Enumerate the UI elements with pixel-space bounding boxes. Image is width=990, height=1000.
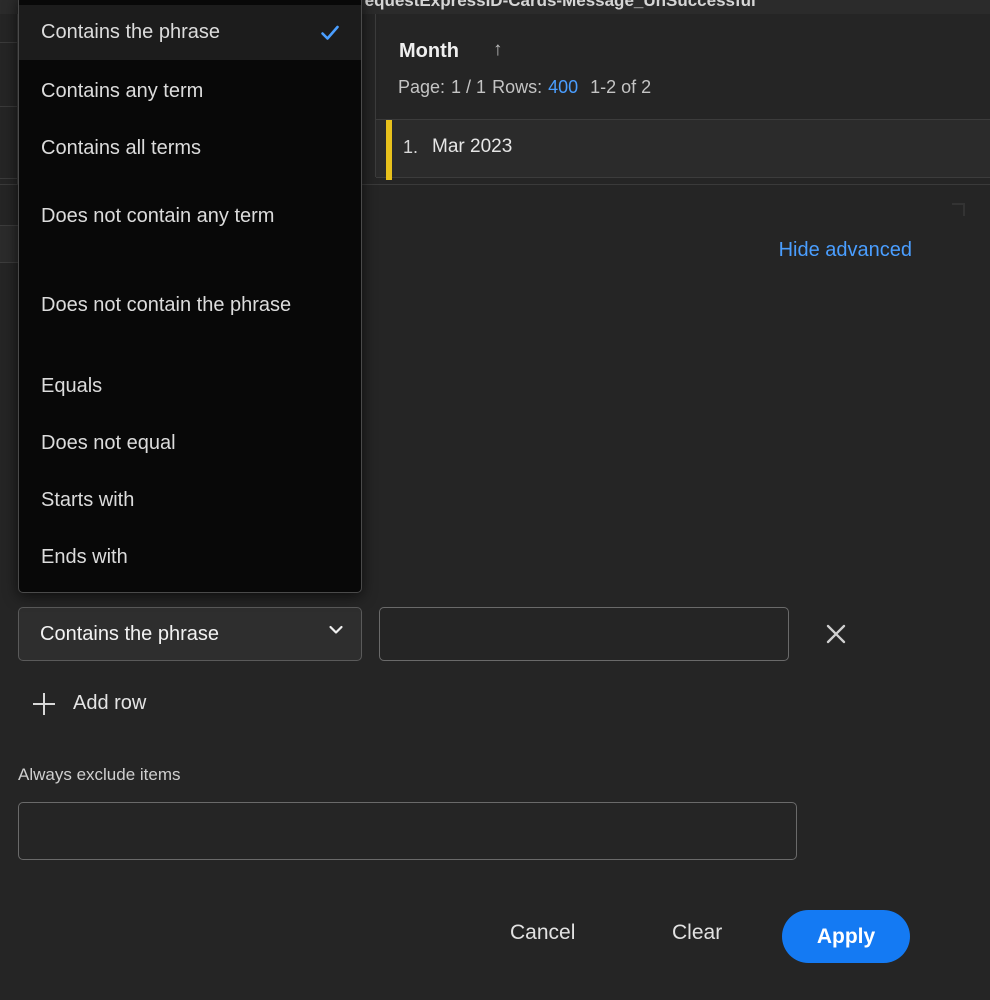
results-table: Month ↑ Page: 1 / 1 Rows: 400 1-2 of 2 1. Ma… <box>375 14 990 180</box>
row-index: 1. <box>403 137 419 157</box>
check-icon <box>319 432 341 454</box>
condition-select[interactable]: Contains the phrase <box>18 607 362 661</box>
dropdown-item-4[interactable]: Does not contain the phrase <box>19 267 361 343</box>
dropdown-item-label: Equals <box>41 374 103 397</box>
check-icon <box>319 137 341 159</box>
filter-row: Contains the phrase <box>18 607 973 661</box>
dropdown-item-label: Does not equal <box>41 431 176 454</box>
row-range: 1-2 of 2 <box>590 77 652 97</box>
dropdown-item-3[interactable]: Does not contain any term <box>19 178 361 254</box>
arrow-up-icon[interactable]: ↑ <box>493 40 503 60</box>
row-accent-bar <box>386 120 392 180</box>
dropdown-item-label: Contains any term <box>41 79 204 102</box>
chevron-down-icon <box>328 622 344 638</box>
dropdown-item-0[interactable]: Contains the phrase <box>19 5 361 60</box>
app-root: requestExpressID-Cards-Message_UnSuccess… <box>0 0 990 1000</box>
always-exclude-label: Always exclude items <box>18 765 181 784</box>
condition-dropdown-menu[interactable]: Contains the phrase Contains any term Cont… <box>18 0 362 593</box>
dropdown-item-6[interactable]: Does not equal <box>19 421 361 465</box>
table-header: Month ↑ Page: 1 / 1 Rows: 400 1-2 of 2 <box>376 14 990 120</box>
check-icon <box>319 546 341 568</box>
apply-button[interactable]: Apply <box>782 910 910 963</box>
clear-button[interactable]: Clear <box>658 913 736 953</box>
dropdown-item-8[interactable]: Ends with <box>19 535 361 579</box>
dropdown-item-2[interactable]: Contains all terms <box>19 124 361 172</box>
check-icon <box>319 294 341 316</box>
dropdown-item-label: Does not contain the phrase <box>41 293 292 316</box>
always-exclude-input[interactable] <box>18 802 797 860</box>
dropdown-item-5[interactable]: Equals <box>19 364 361 408</box>
table-meta: Page: 1 / 1 Rows: 400 1-2 of 2 <box>398 77 651 98</box>
dropdown-item-7[interactable]: Starts with <box>19 478 361 522</box>
check-icon <box>319 375 341 397</box>
field-name-label: requestExpressID-Cards-Message_UnSuccess… <box>358 0 756 10</box>
dropdown-item-label: Contains the phrase <box>41 21 221 43</box>
rows-value[interactable]: 400 <box>548 77 578 97</box>
column-header-month[interactable]: Month <box>399 40 459 63</box>
dropdown-item-label: Does not contain any term <box>41 204 275 227</box>
rows-label: Rows: <box>492 77 543 97</box>
check-icon <box>319 22 341 44</box>
cancel-button[interactable]: Cancel <box>496 913 589 953</box>
close-icon <box>818 622 854 646</box>
page-value: 1 / 1 <box>451 77 487 97</box>
hide-advanced-link[interactable]: Hide advanced <box>779 239 912 262</box>
add-row-label: Add row <box>73 692 147 714</box>
dropdown-item-label: Contains all terms <box>41 136 202 159</box>
dropdown-item-label: Starts with <box>41 488 135 511</box>
page-label: Page: <box>398 77 446 97</box>
panel-corner-mark <box>952 203 965 216</box>
filter-value-input[interactable] <box>379 607 789 661</box>
plus-icon <box>33 692 55 715</box>
add-row-button[interactable]: Add row <box>33 692 146 715</box>
row-value: Mar 2023 <box>432 136 513 157</box>
check-icon <box>319 80 341 102</box>
condition-select-value: Contains the phrase <box>40 623 220 645</box>
table-row[interactable]: 1. Mar 2023 <box>376 120 990 180</box>
dropdown-item-1[interactable]: Contains any term <box>19 67 361 115</box>
dropdown-item-label: Ends with <box>41 545 128 568</box>
check-icon <box>319 205 341 227</box>
check-icon <box>319 489 341 511</box>
remove-filter-row-button[interactable] <box>818 616 854 652</box>
